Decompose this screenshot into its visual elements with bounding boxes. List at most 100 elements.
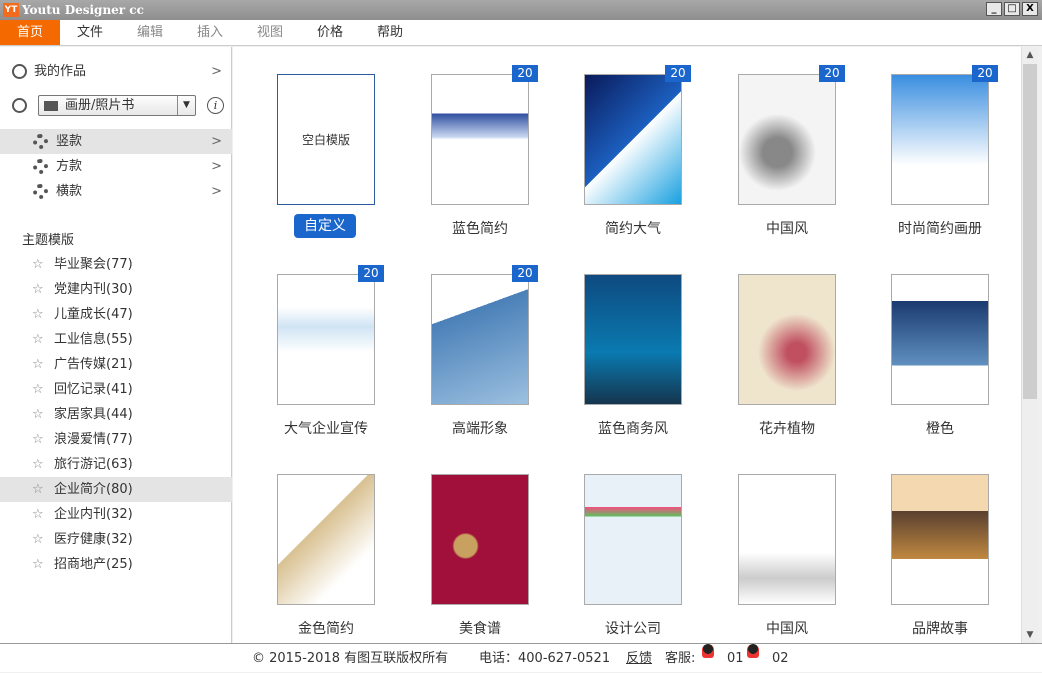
category-item[interactable]: ☆ 企业简介(80) [0,477,232,502]
category-item[interactable]: ☆ 旅行游记(63) [0,452,232,477]
menu-item[interactable]: 帮助 [360,20,420,45]
template-thumbnail[interactable] [891,74,989,205]
template-label: 橙色 [926,421,954,437]
star-outline-icon: ☆ [32,407,44,422]
service-1-link[interactable]: 01 [727,644,744,673]
template-thumbnail[interactable] [277,474,375,605]
gear-icon [33,184,48,199]
page-count-badge: 20 [665,65,691,82]
star-outline-icon: ☆ [32,282,44,297]
template-thumbnail[interactable] [431,274,529,405]
feedback-link[interactable]: 反馈 [626,644,652,673]
dropdown-arrow-icon[interactable]: ▼ [177,96,195,115]
orientation-item[interactable]: 横款 > [0,179,232,204]
template-thumbnail[interactable] [738,274,836,405]
my-works-item[interactable]: 我的作品 > [0,59,232,84]
gear-icon [33,159,48,174]
page-count-badge: 20 [512,265,538,282]
template-label: 时尚简约画册 [898,221,982,237]
template-thumbnail[interactable] [584,74,682,205]
template-label: 蓝色商务风 [598,421,668,437]
minimize-button[interactable]: _ [986,2,1002,16]
footer: © 2015-2018 有图互联版权所有 电话：400-627-0521 反馈 … [0,643,1042,672]
product-type-value: 画册/照片书 [65,98,135,113]
page-count-badge: 20 [819,65,845,82]
template-label: 简约大气 [605,221,661,237]
orientation-label: 方款 [56,159,83,174]
clock-icon [12,64,27,79]
scroll-up-arrow-icon[interactable]: ▲ [1022,47,1038,63]
template-label: 高端形象 [452,421,508,437]
chevron-right-icon: > [211,64,222,79]
page-count-badge: 20 [972,65,998,82]
template-thumbnail[interactable] [277,274,375,405]
scrollbar[interactable]: ▲ ▼ [1021,47,1038,643]
template-label: 中国风 [766,621,808,637]
star-outline-icon: ☆ [32,332,44,347]
book-icon [44,101,58,111]
menu-item[interactable]: 文件 [60,20,120,45]
template-thumbnail[interactable] [431,474,529,605]
category-item[interactable]: ☆ 企业内刊(32) [0,502,232,527]
qq-icon[interactable] [702,644,714,658]
template-thumbnail[interactable] [584,274,682,405]
orientation-label: 竖款 [56,134,83,149]
copyright: © 2015-2018 有图互联版权所有 [252,651,449,666]
blank-template-text: 空白模版 [301,133,350,147]
qq-icon[interactable] [747,644,759,658]
category-item[interactable]: ☆ 儿童成长(47) [0,302,232,327]
category-label: 工业信息(55) [54,332,133,347]
template-grid: 空白模版 自定义 20 蓝色简约 20 简约大气 20 中国风 20 时尚简约画册 20 大气企业宣传… [233,47,1021,643]
category-item[interactable]: ☆ 招商地产(25) [0,552,232,577]
phone: 电话：400-627-0521 [479,651,611,666]
category-label: 回忆记录(41) [54,382,133,397]
category-label: 党建内刊(30) [54,282,133,297]
service-2-link[interactable]: 02 [772,644,789,673]
maximize-button[interactable]: □ [1004,2,1020,16]
close-button[interactable]: X [1022,2,1038,16]
chevron-right-icon: > [211,159,222,174]
template-label: 设计公司 [605,621,661,637]
gear-icon [33,134,48,149]
template-thumbnail[interactable] [891,474,989,605]
category-item[interactable]: ☆ 回忆记录(41) [0,377,232,402]
template-thumbnail[interactable] [738,474,836,605]
star-outline-icon: ☆ [32,532,44,547]
orientation-item[interactable]: 竖款 > [0,129,232,154]
download-icon [12,98,27,113]
product-type-select[interactable]: 画册/照片书 ▼ [38,95,196,116]
category-item[interactable]: ☆ 家居家具(44) [0,402,232,427]
category-item[interactable]: ☆ 毕业聚会(77) [0,252,232,277]
category-label: 企业简介(80) [54,482,133,497]
template-thumbnail[interactable] [584,474,682,605]
menu-item[interactable]: 价格 [300,20,360,45]
template-thumbnail[interactable] [891,274,989,405]
category-label: 旅行游记(63) [54,457,133,472]
category-label: 招商地产(25) [54,557,133,572]
info-icon[interactable]: i [207,97,224,114]
star-outline-icon: ☆ [32,257,44,272]
category-item[interactable]: ☆ 党建内刊(30) [0,277,232,302]
category-item[interactable]: ☆ 医疗健康(32) [0,527,232,552]
template-label: 蓝色简约 [452,221,508,237]
menu-item[interactable]: 编辑 [120,20,180,45]
category-item[interactable]: ☆ 浪漫爱情(77) [0,427,232,452]
scroll-down-arrow-icon[interactable]: ▼ [1022,627,1038,643]
template-thumbnail[interactable]: 空白模版 [277,74,375,205]
category-item[interactable]: ☆ 工业信息(55) [0,327,232,352]
menu-item[interactable]: 视图 [240,20,300,45]
template-thumbnail[interactable] [738,74,836,205]
custom-button[interactable]: 自定义 [294,214,356,238]
sidebar: 我的作品 > 画册/照片书 ▼ i 竖款 > 方款 > 横款 > 主题模版 ☆ 毕业聚会(7… [0,47,232,643]
category-item[interactable]: ☆ 广告传媒(21) [0,352,232,377]
orientation-item[interactable]: 方款 > [0,154,232,179]
window-title: Youtu Designer cc [22,3,144,17]
scroll-thumb[interactable] [1023,64,1037,399]
star-outline-icon: ☆ [32,457,44,472]
template-label: 中国风 [766,221,808,237]
menu-item[interactable]: 首页 [0,20,60,45]
template-thumbnail[interactable] [431,74,529,205]
page-count-badge: 20 [512,65,538,82]
star-outline-icon: ☆ [32,307,44,322]
menu-item[interactable]: 插入 [180,20,240,45]
